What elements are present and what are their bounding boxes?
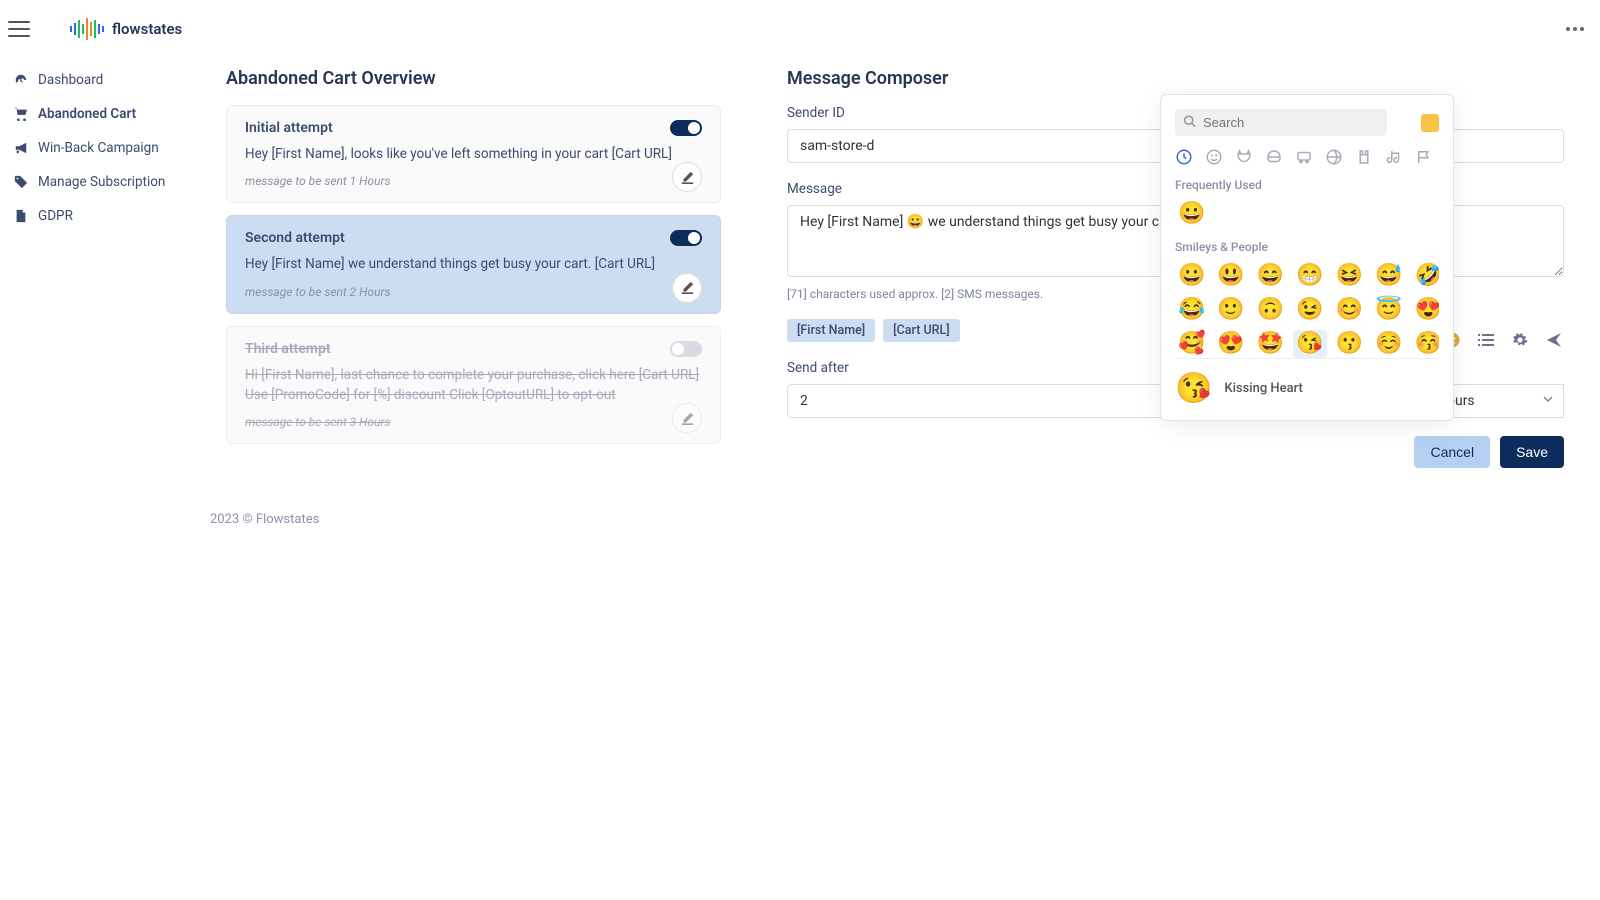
send-icon[interactable]	[1544, 330, 1564, 350]
bullhorn-icon	[14, 141, 28, 155]
attempt-title: Initial attempt	[245, 120, 333, 136]
edit-button	[672, 403, 702, 433]
sidebar-item-label: GDPR	[38, 208, 73, 224]
emoji-search-input[interactable]	[1175, 109, 1387, 136]
gauge-icon	[14, 73, 28, 87]
emoji-tab-symbols[interactable]	[1385, 148, 1403, 166]
attempt-footer: message to be sent 3 Hours	[245, 415, 702, 429]
emoji-section-freq: Frequently Used	[1175, 178, 1435, 192]
emoji-tab-recent[interactable]	[1175, 148, 1193, 166]
emoji-preview-name: Kissing Heart	[1224, 381, 1303, 396]
waveform-icon	[70, 18, 106, 40]
attempt-card-1[interactable]: Initial attempt Hey [First Name], looks …	[226, 105, 721, 203]
attempt-body: Hey [First Name] we understand things ge…	[245, 254, 702, 274]
attempt-body: Hey [First Name], looks like you've left…	[245, 144, 702, 164]
overview-panel: Abandoned Cart Overview Initial attempt …	[206, 48, 741, 488]
composer-panel: Message Composer Sender ID Message Hey […	[767, 48, 1584, 488]
emoji-tab-food[interactable]	[1265, 148, 1283, 166]
emoji-tab-smileys[interactable]	[1205, 148, 1223, 166]
emoji-item[interactable]: 🤣	[1411, 262, 1439, 290]
cancel-button[interactable]: Cancel	[1414, 436, 1490, 468]
emoji-item[interactable]: 😁	[1293, 262, 1326, 290]
emoji-item[interactable]: 😃	[1214, 262, 1247, 290]
emoji-item[interactable]: 😍	[1214, 330, 1247, 358]
sidebar-item-label: Win-Back Campaign	[38, 140, 159, 156]
edit-button[interactable]	[672, 273, 702, 303]
emoji-item[interactable]: 🙂	[1214, 296, 1247, 324]
emoji-item[interactable]: 😆	[1333, 262, 1366, 290]
brand-logo[interactable]: flowstates	[70, 18, 182, 40]
emoji-item[interactable]: 😚	[1411, 330, 1439, 358]
tags-icon	[14, 175, 28, 189]
sidebar: Dashboard Abandoned Cart Win-Back Campai…	[0, 48, 190, 488]
sidebar-item-winback[interactable]: Win-Back Campaign	[10, 134, 190, 162]
attempt-title: Third attempt	[245, 341, 331, 357]
sidebar-item-subscription[interactable]: Manage Subscription	[10, 168, 190, 196]
more-menu-icon[interactable]	[1566, 27, 1584, 31]
attempt-toggle[interactable]	[670, 230, 702, 246]
emoji-item[interactable]: 😍	[1411, 296, 1439, 324]
attempt-body: Hi [First Name], last chance to complete…	[245, 365, 702, 406]
sidebar-item-label: Dashboard	[38, 72, 103, 88]
emoji-item[interactable]: 😂	[1175, 296, 1208, 324]
overview-title: Abandoned Cart Overview	[226, 68, 721, 89]
emoji-skin-tone[interactable]	[1421, 114, 1439, 132]
search-icon	[1183, 114, 1196, 131]
emoji-item[interactable]: 😀	[1175, 200, 1208, 228]
emoji-tab-flags[interactable]	[1415, 148, 1433, 166]
emoji-tab-activities[interactable]	[1325, 148, 1343, 166]
attempt-toggle[interactable]	[670, 341, 702, 357]
attempt-card-3[interactable]: Third attempt Hi [First Name], last chan…	[226, 326, 721, 445]
attempt-footer: message to be sent 2 Hours	[245, 285, 702, 299]
chip-carturl[interactable]: [Cart URL]	[883, 319, 959, 342]
brand-name: flowstates	[112, 20, 182, 38]
emoji-tab-travel[interactable]	[1295, 148, 1313, 166]
emoji-item[interactable]: ☺️	[1372, 330, 1405, 358]
attempt-card-2[interactable]: Second attempt Hey [First Name] we under…	[226, 215, 721, 313]
hamburger-icon[interactable]	[8, 21, 30, 37]
emoji-item[interactable]: 😘	[1293, 330, 1326, 358]
attempt-footer: message to be sent 1 Hours	[245, 174, 702, 188]
emoji-preview-icon: 😘	[1175, 371, 1212, 406]
list-icon[interactable]	[1476, 330, 1496, 350]
emoji-item[interactable]: 😊	[1333, 296, 1366, 324]
sidebar-item-dashboard[interactable]: Dashboard	[10, 66, 190, 94]
chip-firstname[interactable]: [First Name]	[787, 319, 875, 342]
attempt-toggle[interactable]	[670, 120, 702, 136]
emoji-item[interactable]: 😗	[1333, 330, 1366, 358]
save-button[interactable]: Save	[1500, 436, 1564, 468]
emoji-tab-animals[interactable]	[1235, 148, 1253, 166]
emoji-item[interactable]: 😇	[1372, 296, 1405, 324]
sidebar-item-label: Abandoned Cart	[38, 106, 136, 122]
sidebar-item-label: Manage Subscription	[38, 174, 165, 190]
emoji-item[interactable]: 😅	[1372, 262, 1405, 290]
emoji-item[interactable]: 😀	[1175, 262, 1208, 290]
emoji-item[interactable]: 😉	[1293, 296, 1326, 324]
gear-icon[interactable]	[1510, 330, 1530, 350]
cart-icon	[14, 107, 28, 121]
emoji-section-smileys: Smileys & People	[1175, 240, 1435, 254]
sidebar-item-abandoned-cart[interactable]: Abandoned Cart	[10, 100, 190, 128]
file-icon	[14, 209, 28, 223]
composer-title: Message Composer	[787, 68, 1564, 89]
emoji-tab-objects[interactable]	[1355, 148, 1373, 166]
page-footer: 2023 © Flowstates	[0, 488, 1600, 551]
emoji-picker: Frequently Used 😀 Smileys & People 😀 😃 😄…	[1160, 94, 1454, 421]
emoji-item[interactable]: 😄	[1254, 262, 1287, 290]
attempt-title: Second attempt	[245, 230, 345, 246]
sidebar-item-gdpr[interactable]: GDPR	[10, 202, 190, 230]
emoji-item[interactable]: 🥰	[1175, 330, 1208, 358]
emoji-item[interactable]: 🤩	[1254, 330, 1287, 358]
emoji-item[interactable]: 🙃	[1254, 296, 1287, 324]
